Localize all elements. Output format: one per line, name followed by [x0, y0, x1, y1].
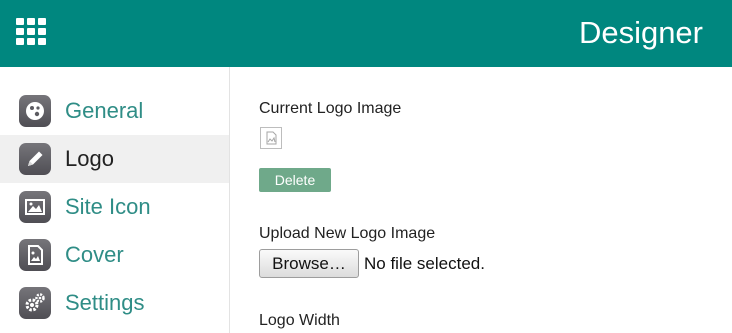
sidebar-item-label: Site Icon: [65, 194, 151, 219]
delete-button[interactable]: Delete: [259, 168, 331, 192]
sidebar-item-label: Cover: [65, 242, 124, 267]
browse-button[interactable]: Browse…: [259, 249, 359, 278]
main-content: Current Logo Image Delete Upload New Log…: [230, 67, 732, 333]
upload-logo-label: Upload New Logo Image: [259, 225, 436, 242]
gears-icon: [19, 287, 51, 319]
palette-icon: [19, 95, 51, 127]
logo-width-label: Logo Width: [259, 312, 340, 329]
sidebar-item-label: Logo: [65, 146, 114, 171]
current-logo-label: Current Logo Image: [259, 100, 402, 117]
sidebar-item-logo[interactable]: Logo: [0, 135, 229, 183]
sidebar-item-settings[interactable]: Settings: [0, 279, 229, 327]
sidebar-item-cover[interactable]: Cover: [0, 231, 229, 279]
sidebar-item-label: Settings: [65, 290, 145, 315]
image-icon: [19, 191, 51, 223]
grid-apps-icon[interactable]: [16, 18, 50, 46]
sidebar-item-label: General: [65, 98, 144, 123]
broken-image-icon: [260, 127, 282, 149]
header-title: Designer: [578, 15, 703, 50]
app-header: Designer: [0, 0, 732, 67]
file-status-text: No file selected.: [364, 254, 485, 273]
document-image-icon: [19, 239, 51, 271]
pencil-icon: [19, 143, 51, 175]
sidebar-item-general[interactable]: General: [0, 87, 229, 135]
sidebar-item-site-icon[interactable]: Site Icon: [0, 183, 229, 231]
sidebar: General Logo Site Icon Cover Settings: [0, 67, 230, 333]
